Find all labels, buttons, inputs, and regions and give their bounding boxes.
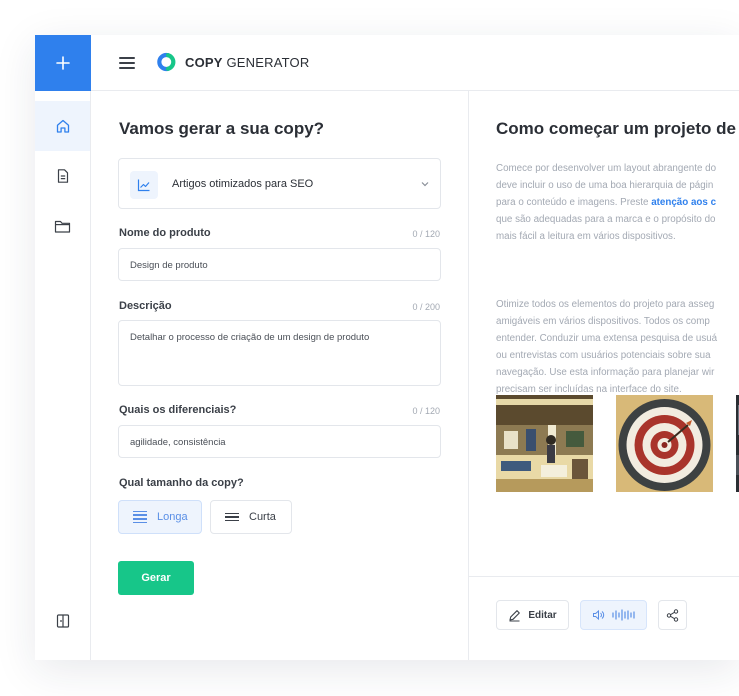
generate-button[interactable]: Gerar (118, 561, 194, 595)
size-short-button[interactable]: Curta (210, 500, 292, 534)
product-name-input[interactable]: Design de produto (118, 248, 441, 281)
text-line: deve incluir o uso de uma boa hierarquia… (496, 180, 714, 191)
output-title: Como começar um projeto de d (496, 119, 739, 138)
text-line: que são adequadas para a marca e o propó… (496, 214, 716, 225)
hamburger-icon (119, 57, 135, 59)
text-line: ou entrevistas com usuários potenciais s… (496, 350, 711, 361)
size-long-button[interactable]: Longa (118, 500, 202, 534)
plus-icon (56, 56, 70, 70)
document-icon (57, 169, 68, 183)
edit-button[interactable]: Editar (496, 600, 569, 630)
chart-line-icon (137, 179, 150, 192)
text-span: para o conteúdo e imagens. Preste (496, 197, 652, 208)
image-thumbnail-office[interactable] (496, 395, 593, 492)
waveform-icon (611, 609, 635, 621)
share-icon (666, 608, 679, 622)
product-name-counter: 0 / 120 (412, 229, 440, 239)
edit-label: Editar (528, 609, 557, 621)
differentials-input[interactable]: agilidade, consistência (118, 425, 441, 458)
highlighted-text: atenção aos c (651, 197, 717, 208)
form-title: Vamos gerar a sua copy? (119, 119, 325, 138)
differentials-counter: 0 / 120 (412, 406, 440, 416)
hamburger-line (119, 62, 135, 64)
sidebar-item-library[interactable] (35, 596, 90, 646)
new-copy-button[interactable] (35, 35, 91, 91)
copy-form-panel: Vamos gerar a sua copy? Artigos otimizad… (91, 91, 469, 660)
brand-logo[interactable]: COPY GENERATOR (157, 52, 309, 72)
output-paragraph-1: Comece por desenvolver um layout abrange… (496, 160, 739, 245)
target-image (616, 395, 713, 492)
description-counter: 0 / 200 (412, 302, 440, 312)
share-button[interactable] (658, 600, 687, 630)
text-line: entender. Conduzir uma extensa pesquisa … (496, 333, 718, 344)
text-line: Otimize todos os elementos do projeto pa… (496, 299, 715, 310)
copy-size-label: Qual tamanho da copy? (119, 477, 244, 489)
pencil-icon (509, 609, 521, 621)
output-actions-bar: Editar (469, 576, 739, 660)
template-icon-box (130, 171, 158, 199)
text-line: Comece por desenvolver um layout abrange… (496, 163, 717, 174)
hamburger-line (119, 67, 135, 69)
folder-icon (54, 220, 71, 233)
sidebar-item-folders[interactable] (35, 201, 90, 251)
sidebar-item-documents[interactable] (35, 151, 90, 201)
text-short-icon (225, 512, 239, 522)
text-line: navegação. Use esta informação para plan… (496, 367, 715, 378)
sidebar (35, 35, 91, 660)
product-name-label: Nome do produto (119, 227, 211, 239)
top-header: COPY GENERATOR (91, 35, 739, 91)
output-paragraph-2: Otimize todos os elementos do projeto pa… (496, 296, 739, 398)
differentials-label: Quais os diferenciais? (119, 404, 237, 416)
home-icon (56, 119, 69, 133)
logo-icon (157, 52, 176, 72)
text-long-icon (133, 510, 147, 524)
text-line: amigáveis em vários dispositivos. Todos … (496, 316, 710, 327)
text-line: mais fácil a leitura em vários dispositi… (496, 231, 676, 242)
chevron-down-icon (421, 182, 429, 187)
brand-name: COPY GENERATOR (185, 54, 310, 70)
menu-button[interactable] (119, 55, 135, 71)
template-select[interactable]: Artigos otimizados para SEO (118, 158, 441, 209)
app-window: COPY GENERATOR Vamos gerar a sua copy? A… (35, 35, 739, 660)
template-select-value: Artigos otimizados para SEO (172, 178, 314, 190)
audio-playback-button[interactable] (580, 600, 647, 630)
size-long-label: Longa (157, 511, 188, 523)
image-thumbnail-target[interactable] (616, 395, 713, 492)
description-textarea[interactable]: Detalhar o processo de criação de um des… (118, 320, 441, 386)
size-short-label: Curta (249, 511, 276, 523)
book-icon (56, 614, 69, 628)
text-line: para o conteúdo e imagens. Preste atençã… (496, 194, 739, 211)
speaker-icon (592, 609, 604, 621)
output-panel: Como começar um projeto de d Comece por … (469, 91, 739, 660)
office-image (496, 395, 593, 492)
description-label: Descrição (119, 300, 172, 312)
sidebar-item-home[interactable] (35, 101, 90, 151)
